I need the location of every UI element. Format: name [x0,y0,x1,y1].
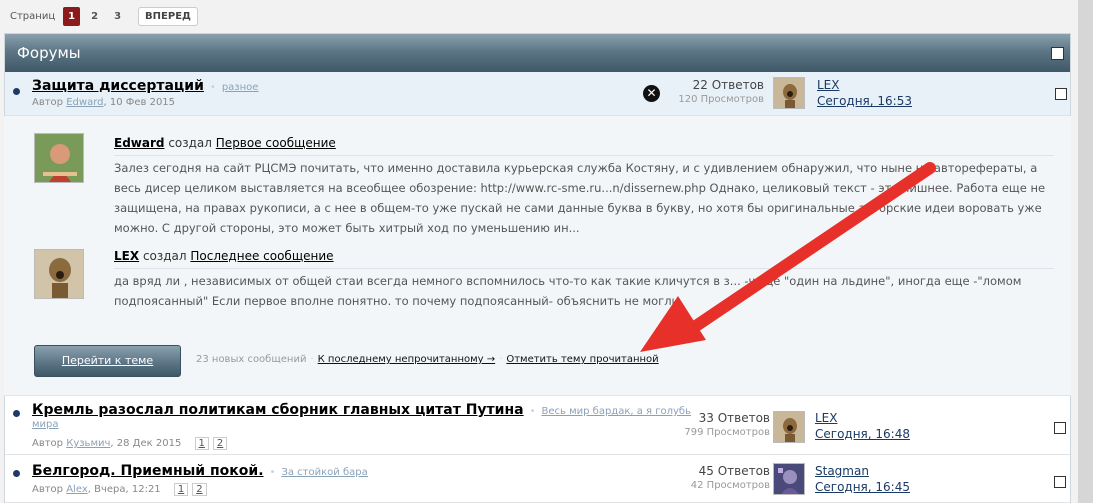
thread-tag[interactable]: За стойкой бара [270,467,367,478]
first-post-link[interactable]: Первое сообщение [216,136,336,150]
thread-tag[interactable]: Весь мир бардак, а я голубь [530,406,691,417]
author-prefix: Автор [32,97,64,108]
thread-meta: Автор Edward, 10 Фев 2015 [32,97,176,108]
thread-date: Вчера, 12:21 [94,484,161,495]
reply-count: 22 Ответов [692,78,764,92]
thread-title[interactable]: Белгород. Приемный покой. [32,463,264,479]
thread-title-link[interactable]: Белгород. Приемный покой. За стойкой бара [32,463,368,479]
author-prefix: Автор [32,484,64,495]
last-poster-avatar[interactable] [773,411,805,443]
last-post-time-link[interactable]: Сегодня, 16:45 [815,479,910,495]
last-poster-link[interactable]: LEX [815,410,910,426]
thread-checkbox[interactable] [1054,422,1066,434]
first-post-header: Edward создал Первое сообщение [114,136,336,150]
first-post-verb: создал [168,136,212,150]
preview-footer: 23 новых сообщений · К последнему непрочит… [196,354,659,365]
thread-date: 28 Дек 2015 [116,438,182,449]
last-post-time-link[interactable]: Сегодня, 16:48 [815,426,910,442]
thread-tag-line2[interactable]: мира [32,419,59,430]
page-2-link[interactable]: 2 [86,8,103,25]
last-post-info: LEX Сегодня, 16:53 [817,77,912,109]
last-poster-link[interactable]: LEX [817,77,912,93]
divider [114,268,1054,269]
thread-title[interactable]: Защита диссертаций [32,78,204,94]
view-count: 799 Просмотров [684,427,770,438]
unread-dot-icon [13,410,20,417]
last-post-verb: создал [142,249,187,263]
thread-title-link[interactable]: Защита диссертаций разное [32,78,258,94]
last-post-info: Stagman Сегодня, 16:45 [815,463,910,495]
thread-page-2[interactable]: 2 [212,437,228,450]
divider [114,155,1054,156]
last-post-time-link[interactable]: Сегодня, 16:53 [817,93,912,109]
thread-meta: Автор Кузьмич, 28 Дек 2015 12 [32,437,228,450]
view-count: 42 Просмотров [690,480,770,491]
forum-header: Форумы [5,34,1070,72]
thread-meta: Автор Alex, Вчера, 12:21 12 [32,483,207,496]
last-post-user[interactable]: LEX [114,249,139,263]
first-post-user[interactable]: Edward [114,136,164,150]
last-unread-link[interactable]: К последнему непрочитанному → [318,354,496,365]
last-poster-link[interactable]: Stagman [815,463,910,479]
next-page-button[interactable]: ВПЕРЕД [138,6,198,26]
pagination: Страниц 1 2 3 ВПЕРЕД [10,6,198,26]
unread-dot-icon [13,88,20,95]
author-prefix: Автор [32,438,64,449]
pagination-label: Страниц [10,10,56,22]
reply-count: 33 Ответов [698,411,770,425]
forum-title: Форумы [17,44,81,62]
author-link[interactable]: Edward [66,97,103,108]
last-post-link[interactable]: Последнее сообщение [190,249,333,263]
unread-dot-icon [13,470,20,477]
new-posts-count: 23 новых сообщений [196,354,307,365]
thread-title-link[interactable]: Кремль разослал политикам сборник главны… [32,402,691,418]
last-poster-preview-avatar[interactable] [34,249,84,299]
page-1-current[interactable]: 1 [63,6,81,26]
author-link[interactable]: Кузьмич [66,438,110,449]
page-3-link[interactable]: 3 [109,8,126,25]
first-post-text: Залез сегодня на сайт РЦСМЭ почитать, чт… [114,161,1046,235]
thread-row[interactable]: Белгород. Приемный покой. За стойкой бара… [5,456,1070,503]
last-poster-avatar[interactable] [773,77,805,109]
thread-tag-continuation: мира [32,419,59,430]
thread-page-1[interactable]: 1 [173,483,189,496]
view-count: 120 Просмотров [678,94,764,105]
go-to-thread-button[interactable]: Перейти к теме [34,345,181,377]
thread-stats: 33 Ответов 799 Просмотров [684,411,770,438]
thread-checkbox[interactable] [1054,476,1066,488]
reply-count: 45 Ответов [698,464,770,478]
thread-page-1[interactable]: 1 [194,437,209,450]
thread-stats: 22 Ответов 120 Просмотров [678,78,764,105]
close-preview-icon[interactable]: ✕ [643,85,660,102]
last-post-info: LEX Сегодня, 16:48 [815,410,910,442]
thread-stats: 45 Ответов 42 Просмотров [691,464,770,491]
thread-checkbox[interactable] [1055,88,1067,100]
select-all-checkbox[interactable] [1051,46,1064,60]
thread-date: 10 Фев 2015 [109,97,176,108]
thread-tag[interactable]: разное [210,82,259,93]
right-scroll-area [1078,0,1093,503]
last-poster-avatar[interactable] [773,463,805,495]
last-post-header: LEX создал Последнее сообщение [114,249,334,263]
thread-page-2[interactable]: 2 [192,483,207,496]
thread-title[interactable]: Кремль разослал политикам сборник главны… [32,402,524,418]
last-post-text: да вряд ли , независимых от общей стаи в… [114,274,1022,308]
thread-row[interactable]: Кремль разослал политикам сборник главны… [5,397,1070,455]
first-poster-avatar[interactable] [34,133,84,183]
mark-read-link[interactable]: Отметить тему прочитанной [506,354,658,365]
thread-row[interactable]: Защита диссертаций разное Автор Edward, 1… [5,72,1070,116]
thread-preview: Edward создал Первое сообщение Залез сег… [4,116,1071,396]
author-link[interactable]: Alex [66,484,88,495]
